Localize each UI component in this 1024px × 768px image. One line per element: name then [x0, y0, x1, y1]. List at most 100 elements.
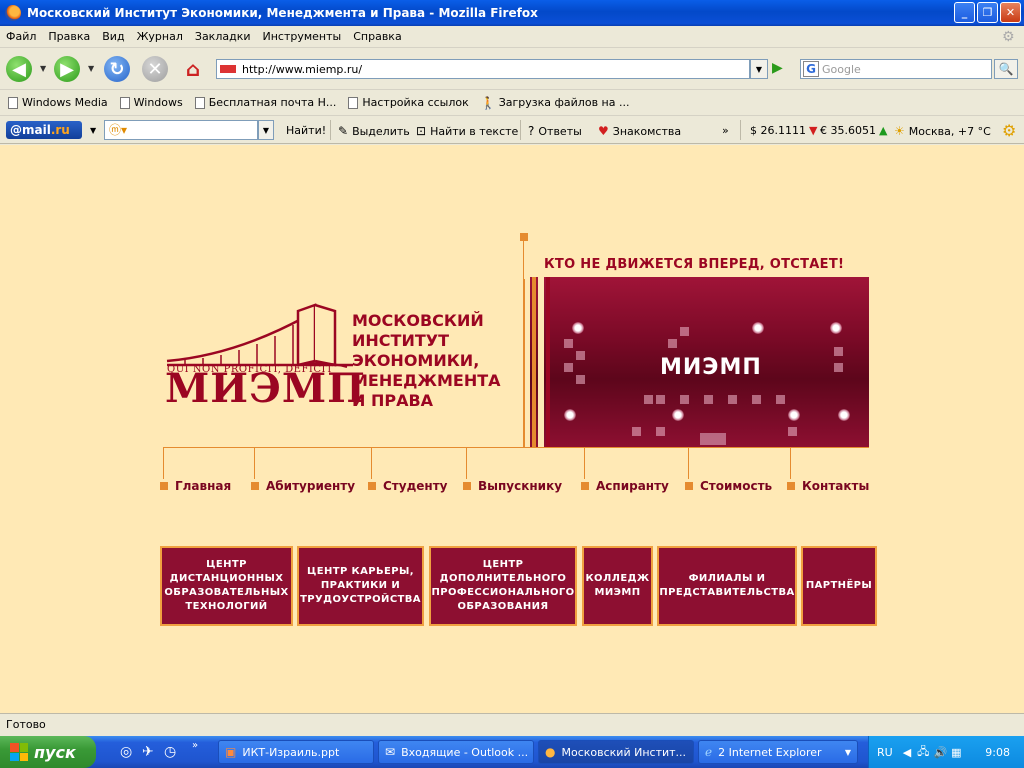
stop-button[interactable]: ✕	[142, 56, 168, 82]
mailru-search-input[interactable]: ⓜ▾	[104, 120, 258, 140]
bullet-square	[685, 482, 693, 490]
task-outlook[interactable]: ✉ Входящие - Outlook ...	[378, 740, 534, 764]
nav-students[interactable]: Студенту	[368, 479, 447, 493]
slogan: КТО НЕ ДВИЖЕТСЯ ВПЕРЕД, ОТСТАЕТ!	[544, 257, 845, 272]
decor-line	[163, 447, 164, 479]
window-titlebar[interactable]: Московский Институт Экономики, Менеджмен…	[0, 0, 1024, 26]
close-button[interactable]: ✕	[1000, 2, 1021, 23]
weather-widget[interactable]: ☀ Москва, +7 °C	[894, 124, 991, 138]
nav-cost[interactable]: Стоимость	[685, 479, 772, 493]
task-internet-explorer[interactable]: ℯ 2 Internet Explorer ▼	[698, 740, 858, 764]
quicklaunch-clock-icon[interactable]: ◷	[164, 744, 176, 760]
volume-icon[interactable]: 🔊	[933, 746, 947, 759]
heart-icon: ♥	[598, 124, 609, 138]
pixel-decor	[564, 339, 573, 348]
tray-app-icon[interactable]: ▦	[951, 746, 961, 759]
menu-edit[interactable]: Правка	[42, 30, 96, 43]
back-button[interactable]: ◀	[6, 56, 32, 82]
search-button[interactable]: 🔍	[994, 59, 1018, 79]
bullet-square	[581, 482, 589, 490]
usd-rate[interactable]: $ 26.1111 ▼	[750, 124, 817, 137]
eur-rate[interactable]: € 35.6051 ▲	[820, 124, 887, 137]
box-branches[interactable]: ФИЛИАЛЫ И ПРЕДСТАВИТЕЛЬСТВА	[657, 546, 797, 626]
menu-help[interactable]: Справка	[347, 30, 407, 43]
pixel-decor	[668, 339, 677, 348]
bookmark-label: Бесплатная почта Н...	[208, 96, 337, 109]
bookmark-link-settings[interactable]: Настройка ссылок	[348, 96, 469, 109]
menu-history[interactable]: Журнал	[131, 30, 189, 43]
rate-down-icon: ▼	[808, 124, 818, 137]
mailru-answers-button[interactable]: ? Ответы	[528, 124, 582, 138]
language-indicator[interactable]: RU	[877, 746, 893, 759]
decor-square	[520, 233, 528, 241]
nav-label: Аспиранту	[596, 479, 669, 493]
firefox-icon: ●	[545, 745, 556, 759]
group-dropdown-icon: ▼	[844, 747, 851, 757]
forward-history-dropdown-icon[interactable]: ▼	[88, 64, 94, 73]
nav-postgraduates[interactable]: Аспиранту	[581, 479, 669, 493]
mailru-logo-ru: .ru	[50, 123, 70, 137]
menu-file[interactable]: Файл	[0, 30, 42, 43]
mailru-settings-icon[interactable]: ⚙	[1002, 121, 1016, 140]
hero-banner[interactable]: МИЭМП	[524, 277, 869, 447]
nav-graduates[interactable]: Выпускнику	[463, 479, 562, 493]
page-icon	[194, 96, 205, 109]
outlook-icon: ✉	[385, 745, 396, 759]
quicklaunch-more-icon[interactable]: »	[192, 740, 198, 751]
nav-contacts[interactable]: Контакты	[787, 479, 869, 493]
pixel-decor	[752, 395, 761, 404]
windows-taskbar: пуск ◎ ✈ ◷ » ▣ ИКТ-Израиль.ppt ✉ Входящие …	[0, 736, 1024, 768]
decor-line	[523, 279, 525, 447]
mailru-highlight-button[interactable]: ✎ Выделить	[338, 124, 410, 138]
nav-applicants[interactable]: Абитуриенту	[251, 479, 355, 493]
mailru-search-dropdown[interactable]: ▼	[258, 120, 274, 140]
home-button[interactable]: ⌂	[180, 56, 206, 82]
show-desktop-icon[interactable]: ◎	[120, 744, 132, 760]
bookmark-windows-media[interactable]: Windows Media	[8, 96, 108, 109]
box-distance-learning[interactable]: ЦЕНТР ДИСТАНЦИОННЫХ ОБРАЗОВАТЕЛЬНЫХ ТЕХН…	[160, 546, 293, 626]
mailru-find-button[interactable]: Найти!	[286, 124, 326, 137]
tray-expand-icon[interactable]: ◀	[903, 746, 911, 759]
search-input[interactable]: G Google	[800, 59, 992, 79]
go-button[interactable]: ▶	[772, 60, 790, 78]
box-professional-education[interactable]: ЦЕНТР ДОПОЛНИТЕЛЬНОГО ПРОФЕССИОНАЛЬНОГО …	[429, 546, 577, 626]
maximize-button[interactable]: ❐	[977, 2, 998, 23]
pixel-decor	[576, 351, 585, 360]
mailru-more-button[interactable]: »	[722, 124, 729, 137]
bullet-square	[160, 482, 168, 490]
task-powerpoint[interactable]: ▣ ИКТ-Израиль.ppt	[218, 740, 374, 764]
mailru-toolbar: @mail .ru ▼ ⓜ▾ ▼ Найти! ✎ Выделить ⊡ Найт…	[0, 116, 1024, 144]
url-bar[interactable]: http://www.miemp.ru/	[216, 59, 750, 79]
menu-bookmarks[interactable]: Закладки	[189, 30, 257, 43]
url-dropdown-button[interactable]: ▼	[750, 59, 768, 79]
reload-button[interactable]: ↻	[104, 56, 130, 82]
mailru-logo[interactable]: @mail .ru	[6, 121, 82, 139]
box-career-center[interactable]: ЦЕНТР КАРЬЕРЫ, ПРАКТИКИ И ТРУДОУСТРОЙСТВ…	[297, 546, 424, 626]
box-college[interactable]: КОЛЛЕДЖ МИЭМП	[582, 546, 653, 626]
start-button[interactable]: пуск	[0, 736, 96, 768]
nav-home[interactable]: Главная	[160, 479, 231, 493]
quicklaunch-app-icon[interactable]: ✈	[142, 744, 154, 760]
google-engine-icon[interactable]: G	[803, 61, 819, 77]
pixel-decor	[632, 427, 641, 436]
back-history-dropdown-icon[interactable]: ▼	[40, 64, 46, 73]
menu-tools[interactable]: Инструменты	[257, 30, 348, 43]
bookmark-file-upload[interactable]: 🚶 Загрузка файлов на ...	[481, 96, 630, 110]
menu-view[interactable]: Вид	[96, 30, 130, 43]
network-icon[interactable]: 🖧	[917, 743, 929, 762]
task-firefox[interactable]: ● Московский Инстит...	[538, 740, 694, 764]
clock[interactable]: 9:08	[985, 746, 1010, 759]
mailru-menu-dropdown-icon[interactable]: ▼	[90, 126, 96, 135]
minimize-button[interactable]: _	[954, 2, 975, 23]
banner-stripe	[532, 277, 536, 447]
bookmark-windows[interactable]: Windows	[119, 96, 183, 109]
nav-label: Стоимость	[700, 479, 773, 493]
pixel-decor	[788, 427, 797, 436]
mailru-find-in-text-button[interactable]: ⊡ Найти в тексте	[416, 124, 518, 138]
mailru-logo-at: @mail	[10, 123, 51, 137]
mailru-dating-button[interactable]: ♥ Знакомства	[598, 124, 681, 138]
find-in-text-label: Найти в тексте	[430, 124, 519, 138]
forward-button[interactable]: ▶	[54, 56, 80, 82]
box-partners[interactable]: ПАРТНЁРЫ	[801, 546, 877, 626]
bookmark-free-mail[interactable]: Бесплатная почта Н...	[194, 96, 337, 109]
